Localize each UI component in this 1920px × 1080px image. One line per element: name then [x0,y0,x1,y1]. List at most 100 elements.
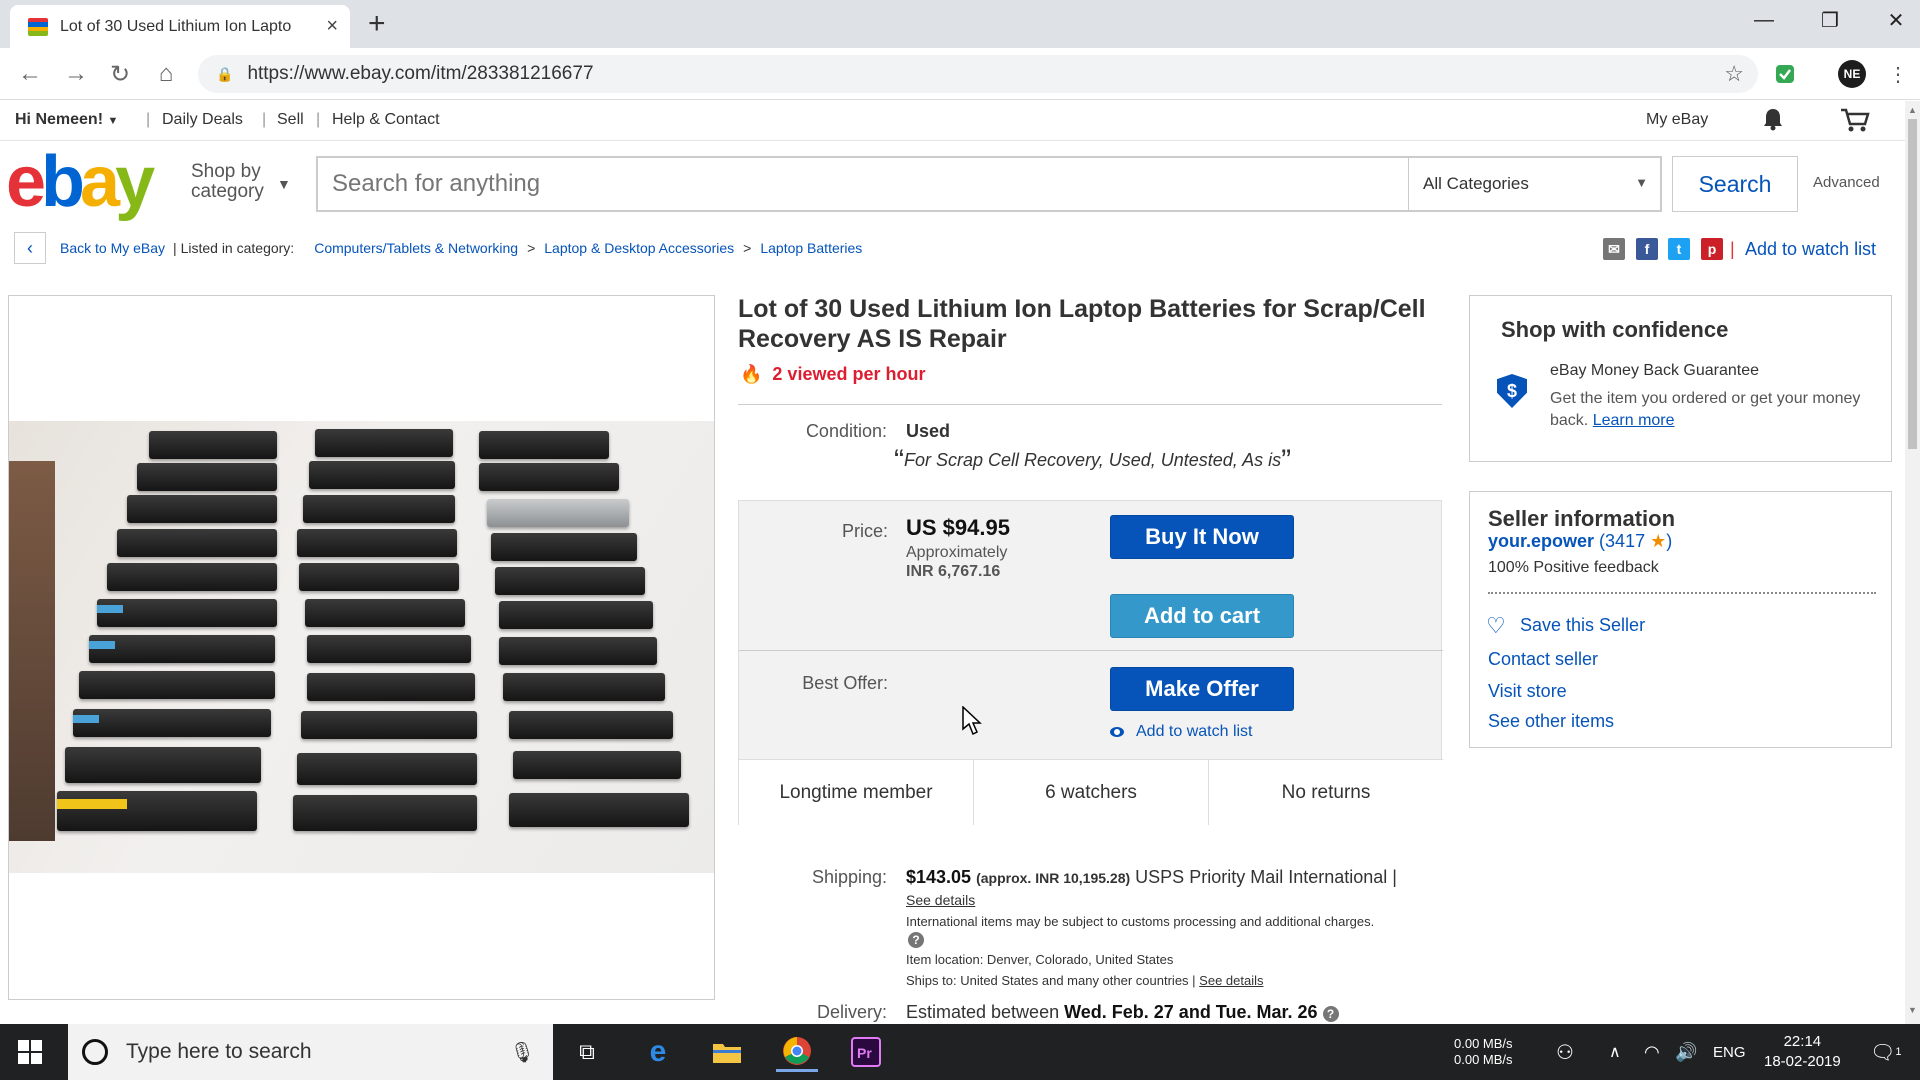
money-back-description: Get the item you ordered or get your mon… [1550,388,1880,432]
add-to-cart-button[interactable]: Add to cart [1110,594,1294,638]
chevron-up-icon[interactable]: ∧ [1609,1024,1621,1080]
seller-feedback-score[interactable]: (3417 [1599,531,1645,551]
add-to-watch-list-link[interactable]: Add to watch list [1745,239,1876,260]
divider [739,650,1443,651]
notification-center-icon[interactable]: 🗨 1 [1870,1024,1902,1080]
url-field[interactable]: 🔒 https://www.ebay.com/itm/283381216677 … [198,55,1758,93]
daily-deals-link[interactable]: Daily Deals [162,111,243,129]
language-indicator[interactable]: ENG [1713,1024,1746,1080]
wifi-icon[interactable]: ◠ [1644,1024,1660,1080]
email-share-icon[interactable]: ✉ [1603,238,1625,260]
breadcrumb-item-accessories[interactable]: Laptop & Desktop Accessories [544,240,734,256]
back-chevron-icon[interactable]: ‹ [14,232,46,264]
breadcrumb-item-computers[interactable]: Computers/Tablets & Networking [314,240,518,256]
scroll-up-icon[interactable]: ▲ [1908,105,1917,115]
see-other-items-link[interactable]: See other items [1488,711,1614,732]
battery-image [65,747,261,783]
add-to-watch-list-button[interactable]: Add to watch list [1110,723,1253,741]
microphone-icon[interactable]: 🎙 [510,1040,535,1065]
approx-label: Approximately [906,544,1008,561]
battery-image [499,637,657,665]
buy-it-now-button[interactable]: Buy It Now [1110,515,1294,559]
save-seller-link[interactable]: Save this Seller [1520,615,1645,636]
extension-icon[interactable] [1771,60,1799,88]
back-arrow-icon[interactable]: ← [14,58,46,90]
battery-image [117,529,277,557]
breadcrumb-item-laptop-batteries[interactable]: Laptop Batteries [760,240,862,256]
visit-store-link[interactable]: Visit store [1488,681,1567,702]
battery-image [73,709,271,737]
heart-icon[interactable]: ♡ [1486,613,1506,639]
item-photo[interactable] [9,421,714,873]
forward-arrow-icon[interactable]: → [60,58,92,90]
home-icon[interactable]: ⌂ [150,58,182,90]
shop-by-category-button[interactable]: Shop by category ▼ [191,161,291,202]
browser-tab[interactable]: Lot of 30 Used Lithium Ion Lapto × [10,5,350,48]
close-window-button[interactable]: ✕ [1863,0,1920,40]
make-offer-button[interactable]: Make Offer [1110,667,1294,711]
ebay-logo[interactable]: ebay [6,146,155,218]
shop-by-text: Shop by [191,161,261,182]
pinterest-icon[interactable]: p [1701,238,1723,260]
search-input[interactable] [318,158,1403,210]
chrome-browser-icon[interactable] [776,1032,818,1072]
net-down-speed: 0.00 MB/s [1454,1052,1513,1067]
delivery-value: Estimated between Wed. Feb. 27 and Tue. … [906,1002,1339,1023]
battery-image [137,463,277,491]
notification-bell-icon[interactable] [1762,107,1784,136]
twitter-icon[interactable]: t [1668,238,1690,260]
file-explorer-icon[interactable] [707,1032,747,1072]
breadcrumb-separator: > [743,240,752,256]
edge-browser-icon[interactable]: e [638,1032,678,1072]
url-text: https://www.ebay.com/itm/283381216677 [247,63,594,84]
profile-avatar[interactable]: NE [1838,60,1866,88]
caret-down-icon: ▼ [277,176,291,192]
new-tab-button[interactable]: + [368,8,386,40]
feedback-close: ) [1666,531,1673,551]
shop-with-confidence-box: Shop with confidence $ eBay Money Back G… [1469,295,1892,462]
sell-link[interactable]: Sell [277,111,304,129]
my-ebay-link[interactable]: My eBay [1646,111,1708,129]
bookmark-star-icon[interactable]: ☆ [1724,61,1744,87]
restore-button[interactable]: ❐ [1797,0,1863,40]
advanced-search-link[interactable]: Advanced [1813,174,1880,191]
seller-name-link[interactable]: your.epower [1488,531,1594,551]
fact-longtime-member: Longtime member [739,760,974,825]
clock[interactable]: 22:14 18-02-2019 [1764,1024,1841,1080]
contact-seller-link[interactable]: Contact seller [1488,649,1598,670]
greeting-menu[interactable]: Hi Nemeen! ▼ [15,111,118,129]
scroll-down-icon[interactable]: ▼ [1908,1005,1917,1015]
cart-icon[interactable] [1840,107,1870,138]
taskbar-search-box[interactable]: Type here to search 🎙 [68,1024,553,1080]
help-icon[interactable]: ? [908,932,924,948]
reload-icon[interactable]: ↻ [104,58,136,90]
back-to-my-ebay-link[interactable]: Back to My eBay [60,240,165,256]
close-tab-icon[interactable]: × [326,15,338,38]
windows-start-icon[interactable] [18,1040,42,1064]
ships-to-see-details-link[interactable]: See details [1199,973,1263,988]
scrollbar-thumb[interactable] [1908,119,1917,449]
close-quote: ” [1281,444,1292,477]
fact-watchers: 6 watchers [974,760,1209,825]
seller-title: Seller information [1488,506,1676,531]
shipping-see-details-link[interactable]: See details [906,892,975,908]
page-scrollbar[interactable]: ▲ ▼ [1905,101,1920,1024]
help-contact-link[interactable]: Help & Contact [332,111,440,129]
people-icon[interactable]: ⚇ [1556,1024,1574,1080]
search-button[interactable]: Search [1672,156,1798,212]
price-value: US $94.95 [906,515,1010,540]
battery-image [499,601,653,629]
help-icon[interactable]: ? [1322,1006,1339,1022]
facebook-icon[interactable]: f [1636,238,1658,260]
volume-icon[interactable]: 🔊 [1675,1024,1697,1080]
international-note: International items may be subject to cu… [906,914,1375,929]
item-image-panel[interactable] [8,295,715,1000]
category-select[interactable]: All Categories ▼ [1408,158,1662,210]
menu-kebab-icon[interactable]: ⋮ [1884,60,1912,88]
flame-icon: 🔥 [740,364,763,384]
minimize-button[interactable]: — [1731,0,1797,40]
learn-more-link[interactable]: Learn more [1593,412,1675,429]
premiere-pro-icon[interactable]: Pr [845,1032,887,1072]
task-view-icon[interactable]: ⧉ [567,1032,607,1072]
seller-name-row: your.epower (3417 ★) [1488,531,1672,552]
